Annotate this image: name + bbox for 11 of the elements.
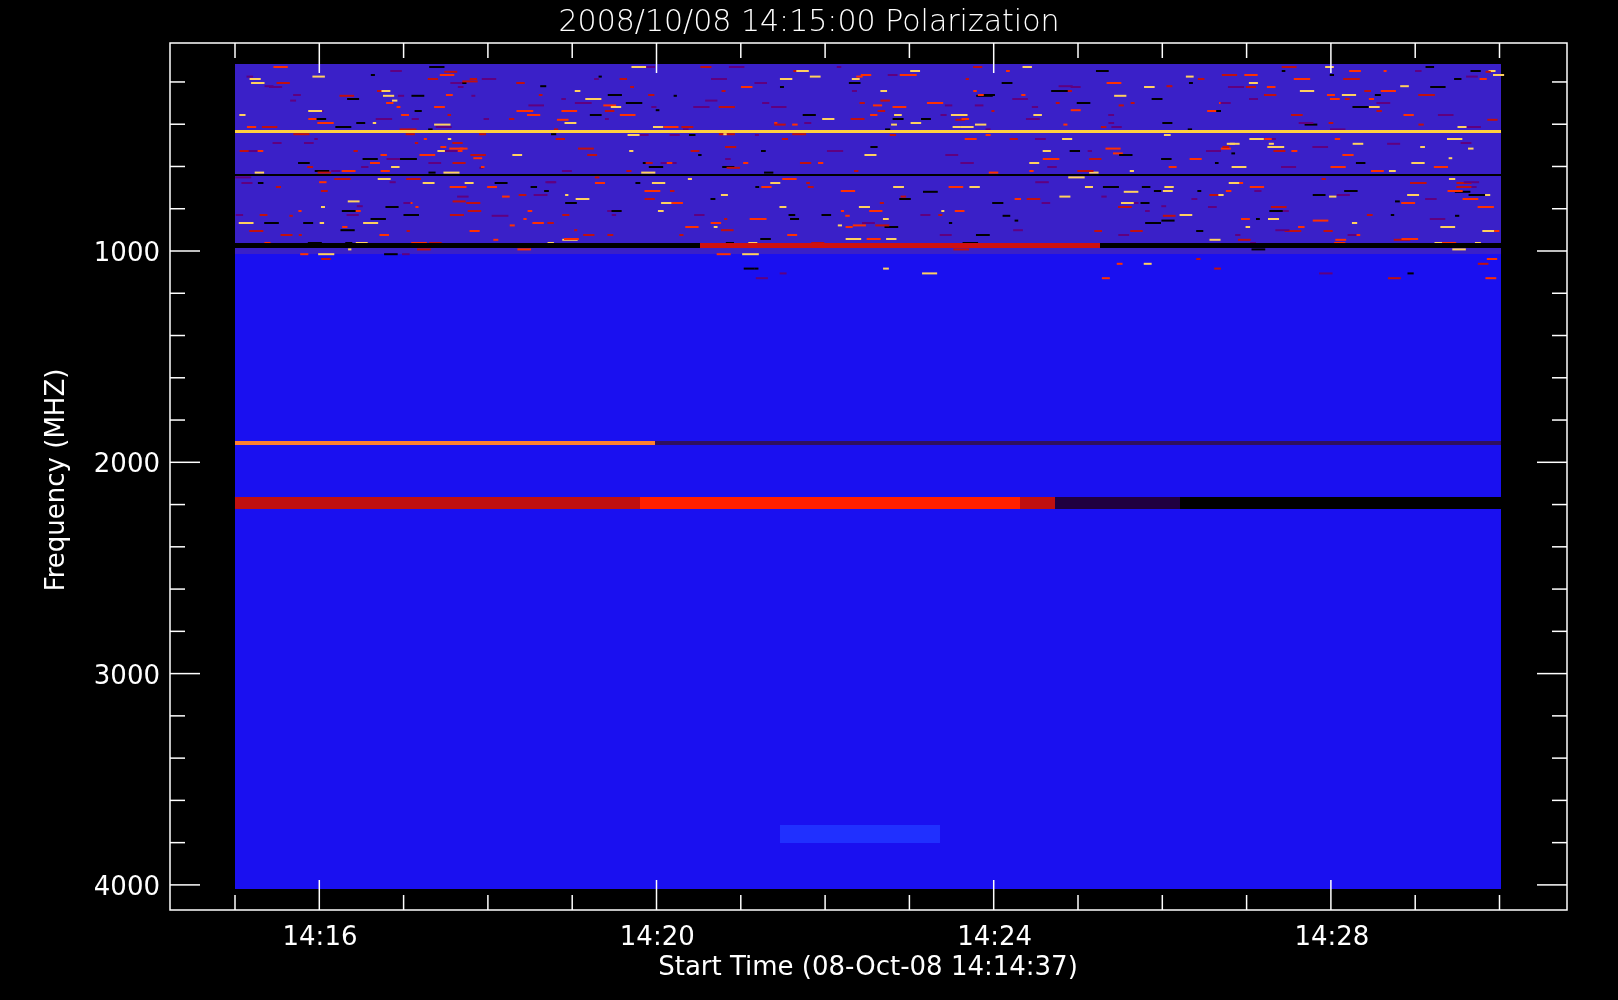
y-tick-label: 3000 (93, 659, 160, 690)
x-axis-label: Start Time (08-Oct-08 14:14:37) (658, 951, 1078, 981)
x-tick-label: 14:24 (957, 921, 1033, 951)
y-tick-label: 1000 (93, 237, 160, 267)
y-tick-label: 2000 (93, 448, 160, 479)
x-tick-label: 14:28 (1294, 921, 1370, 951)
x-tick-label: 14:20 (619, 921, 695, 951)
chart-title: 2008/10/08 14:15:00 Polarization (558, 3, 1060, 38)
y-tick-label: 4000 (93, 870, 160, 901)
x-tick-label: 14:16 (282, 921, 358, 951)
y-axis-label: Frequency (MHZ) (40, 368, 70, 592)
